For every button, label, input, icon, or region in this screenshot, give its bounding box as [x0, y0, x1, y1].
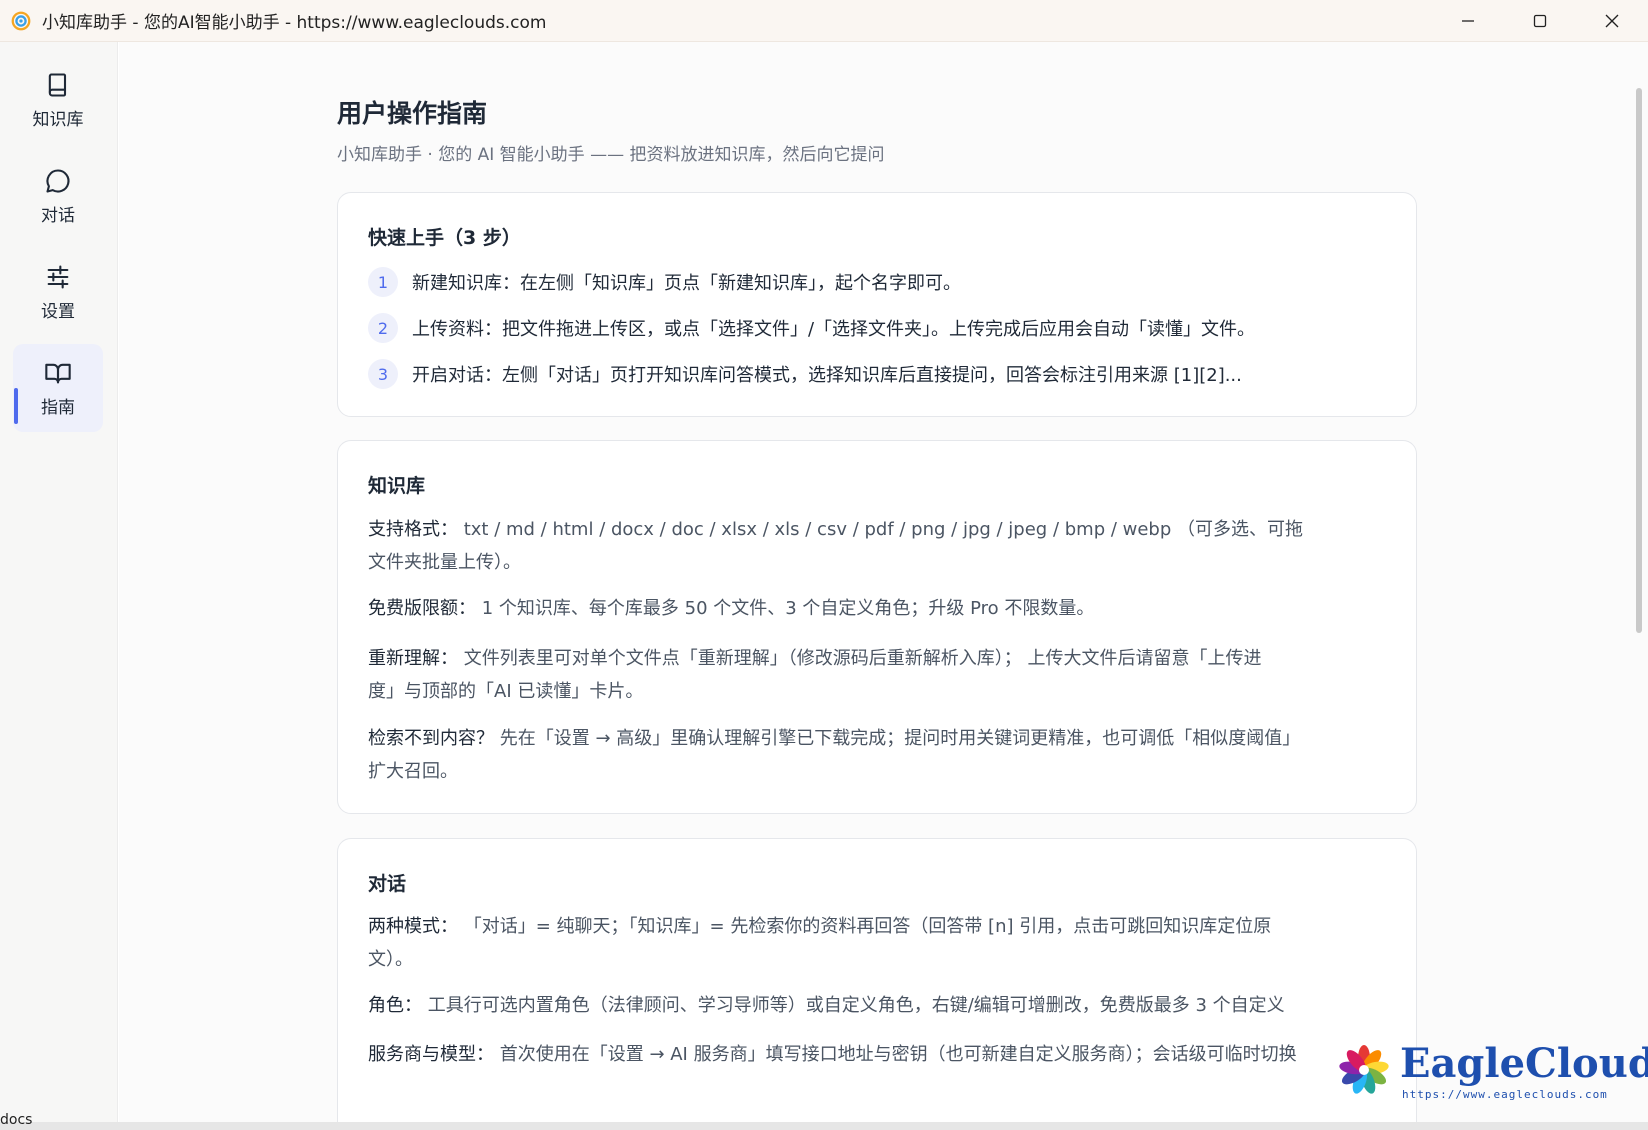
sidebar-item-label: 指南: [41, 397, 75, 418]
guide-paragraph: 免费版限额： 1 个知识库、每个库最多 50 个文件、3 个自定义角色；升级 P…: [368, 592, 1378, 625]
minimize-icon: [1462, 20, 1474, 22]
sidebar-item-label: 设置: [41, 301, 75, 322]
active-indicator: [14, 388, 18, 424]
paragraph-key: 角色：: [368, 995, 422, 1016]
minimize-button[interactable]: [1432, 0, 1504, 42]
paragraph-key: 服务商与模型：: [368, 1044, 494, 1065]
guide-paragraph: 服务商与模型： 首次使用在「设置 → AI 服务商」填写接口地址与密钥（也可新建…: [368, 1038, 1378, 1071]
sidebar-item-guide[interactable]: 指南: [13, 344, 103, 432]
paragraph-text: 「对话」= 纯聊天；「知识库」= 先检索你的资料再回答（回答带 [n] 引用，点…: [458, 916, 1272, 937]
knowledge-base-card: 知识库 支持格式： txt / md / html / docx / doc /…: [337, 440, 1417, 814]
sidebar-item-chat[interactable]: 对话: [13, 152, 103, 240]
sliders-icon: [47, 264, 69, 289]
paragraph-key: 两种模式：: [368, 916, 458, 937]
guide-paragraph: 重新理解： 文件列表里可对单个文件点「重新理解」（修改源码后重新解析入库）； 上…: [368, 642, 1378, 708]
logo-brand-text: EagleClouds: [1400, 1040, 1648, 1087]
title-bar: 小知库助手 - 您的AI智能小助手 - https://www.eagleclo…: [0, 0, 1648, 42]
main-content[interactable]: 用户操作指南 小知库助手 · 您的 AI 智能小助手 —— 把资料放进知识库，然…: [119, 42, 1648, 1122]
guide-paragraph: 角色： 工具行可选内置角色（法律顾问、学习导师等）或自定义角色，右键/编辑可增删…: [368, 989, 1378, 1022]
close-icon: [1605, 14, 1619, 28]
paragraph-key: 免费版限额：: [368, 598, 476, 619]
paragraph-text-cont: 文）。: [368, 949, 413, 970]
step-number: 3: [368, 359, 398, 389]
page-subtitle: 小知库助手 · 您的 AI 智能小助手 —— 把资料放进知识库，然后向它提问: [337, 145, 885, 165]
open-book-icon: [45, 363, 71, 383]
guide-paragraph: 支持格式： txt / md / html / docx / doc / xls…: [368, 513, 1378, 579]
paragraph-text-cont: 度」与顶部的「AI 已读懂」卡片。: [368, 681, 644, 702]
taskbar-strip: [0, 1122, 1648, 1130]
close-button[interactable]: [1576, 0, 1648, 42]
guide-paragraph: 检索不到内容？ 先在「设置 → 高级」里确认理解引擎已下载完成；提问时用关键词更…: [368, 722, 1378, 788]
app-logo-icon: [11, 11, 31, 30]
sidebar: 知识库 对话 设置 指南: [0, 42, 118, 1122]
chat-bubble-icon: [46, 168, 70, 193]
step-item: 1 新建知识库：在左侧「知识库」页点「新建知识库」，起个名字即可。: [368, 267, 961, 297]
card-title: 知识库: [368, 475, 426, 497]
card-title: 对话: [368, 873, 407, 895]
paragraph-key: 重新理解：: [368, 648, 458, 669]
chat-card: 对话 两种模式： 「对话」= 纯聊天；「知识库」= 先检索你的资料再回答（回答带…: [337, 838, 1417, 1122]
vertical-scrollbar[interactable]: [1636, 88, 1642, 633]
book-icon: [48, 72, 67, 97]
window-title: 小知库助手 - 您的AI智能小助手 - https://www.eagleclo…: [42, 13, 547, 33]
flower-logo-icon: [1339, 1045, 1389, 1094]
sidebar-item-label: 对话: [41, 205, 75, 226]
paragraph-text: 文件列表里可对单个文件点「重新理解」（修改源码后重新解析入库）； 上传大文件后请…: [458, 648, 1262, 669]
sidebar-item-label: 知识库: [32, 109, 84, 130]
step-text: 开启对话：左侧「对话」页打开知识库问答模式，选择知识库后直接提问，回答会标注引用…: [412, 365, 1242, 386]
step-number: 2: [368, 313, 398, 343]
maximize-icon: [1533, 14, 1547, 28]
quickstart-card: 快速上手（3 步） 1 新建知识库：在左侧「知识库」页点「新建知识库」，起个名字…: [337, 192, 1417, 417]
paragraph-text: 先在「设置 → 高级」里确认理解引擎已下载完成；提问时用关键词更精准，也可调低「…: [494, 728, 1301, 749]
guide-paragraph: 两种模式： 「对话」= 纯聊天；「知识库」= 先检索你的资料再回答（回答带 [n…: [368, 910, 1378, 976]
taskbar-fragment-text: docs: [0, 1112, 33, 1128]
paragraph-text: txt / md / html / docx / doc / xlsx / xl…: [458, 519, 1303, 540]
sidebar-item-settings[interactable]: 设置: [13, 248, 103, 336]
step-text: 上传资料：把文件拖进上传区，或点「选择文件」/「选择文件夹」。上传完成后应用会自…: [412, 319, 1256, 340]
paragraph-text: 首次使用在「设置 → AI 服务商」填写接口地址与密钥（也可新建自定义服务商）；…: [494, 1044, 1297, 1065]
step-item: 3 开启对话：左侧「对话」页打开知识库问答模式，选择知识库后直接提问，回答会标注…: [368, 359, 1242, 389]
maximize-button[interactable]: [1504, 0, 1576, 42]
card-title: 快速上手（3 步）: [368, 227, 521, 249]
paragraph-key: 检索不到内容？: [368, 728, 494, 749]
sidebar-item-knowledge-base[interactable]: 知识库: [13, 56, 103, 144]
paragraph-key: 支持格式：: [368, 519, 458, 540]
logo-url-text: https://www.eagleclouds.com: [1402, 1088, 1608, 1101]
step-text: 新建知识库：在左侧「知识库」页点「新建知识库」，起个名字即可。: [412, 273, 961, 294]
paragraph-text-cont: 文件夹批量上传）。: [368, 552, 521, 573]
step-number: 1: [368, 267, 398, 297]
paragraph-text: 1 个知识库、每个库最多 50 个文件、3 个自定义角色；升级 Pro 不限数量…: [476, 598, 1095, 619]
eagleclouds-logo: EagleClouds https://www.eagleclouds.com: [1336, 1040, 1648, 1101]
paragraph-text-cont: 扩大召回。: [368, 761, 458, 782]
paragraph-text: 工具行可选内置角色（法律顾问、学习导师等）或自定义角色，右键/编辑可增删改，免费…: [422, 995, 1285, 1016]
page-title: 用户操作指南: [337, 99, 488, 128]
step-item: 2 上传资料：把文件拖进上传区，或点「选择文件」/「选择文件夹」。上传完成后应用…: [368, 313, 1255, 343]
